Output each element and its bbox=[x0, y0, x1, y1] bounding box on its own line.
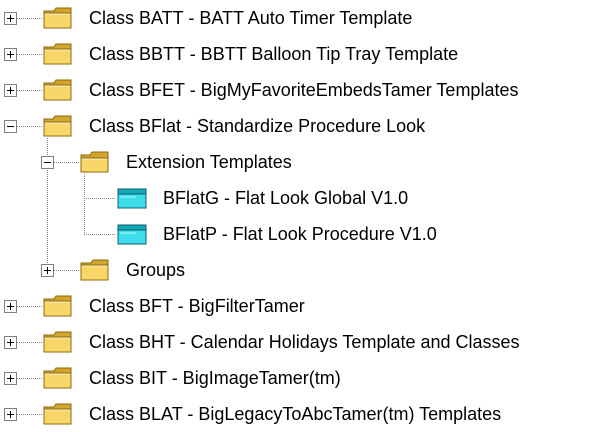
tree-node-label: Class BFlat - Standardize Procedure Look bbox=[89, 116, 426, 136]
tree-node-class-bflat-standardize-procedure-look[interactable]: Class BFlat - Standardize Procedure Look bbox=[0, 108, 595, 144]
tree-node-label: Class BIT - BigImageTamer(tm) bbox=[89, 368, 341, 388]
folder-icon bbox=[42, 42, 74, 71]
tree-node-class-bbtt-bbtt-balloon-tip-tray-template[interactable]: Class BBTT - BBTT Balloon Tip Tray Templ… bbox=[0, 36, 595, 72]
tree-node-class-batt-batt-auto-timer-template[interactable]: Class BATT - BATT Auto Timer Template bbox=[0, 0, 595, 36]
folder-icon bbox=[79, 258, 111, 287]
expand-icon[interactable] bbox=[3, 11, 17, 25]
tree-node-class-bit-bigimagetamer-tm[interactable]: Class BIT - BigImageTamer(tm) bbox=[0, 360, 595, 396]
expand-icon[interactable] bbox=[3, 407, 17, 421]
tree-node-label: Extension Templates bbox=[126, 152, 292, 172]
collapse-icon[interactable] bbox=[3, 119, 17, 133]
folder-open-icon bbox=[79, 150, 111, 179]
expand-icon[interactable] bbox=[40, 263, 54, 277]
collapse-icon[interactable] bbox=[40, 155, 54, 169]
expand-icon[interactable] bbox=[3, 335, 17, 349]
tree-node-label: BFlatG - Flat Look Global V1.0 bbox=[163, 188, 409, 208]
folder-open-icon bbox=[42, 114, 74, 143]
template-icon bbox=[116, 186, 148, 215]
folder-icon bbox=[42, 366, 74, 395]
tree-node-class-bfet-bigmyfavoriteembedstamer-templates[interactable]: Class BFET - BigMyFavoriteEmbedsTamer Te… bbox=[0, 72, 595, 108]
folder-icon bbox=[42, 6, 74, 35]
tree-node-label: Class BFT - BigFilterTamer bbox=[89, 296, 305, 316]
tree-node-label: Class BATT - BATT Auto Timer Template bbox=[89, 8, 413, 28]
tree-node-class-bft-bigfiltertamer[interactable]: Class BFT - BigFilterTamer bbox=[0, 288, 595, 324]
tree-node-label: Groups bbox=[126, 260, 186, 280]
expand-icon[interactable] bbox=[3, 371, 17, 385]
tree-node-label: Class BBTT - BBTT Balloon Tip Tray Templ… bbox=[89, 44, 459, 64]
class-tree-view[interactable]: Class BATT - BATT Auto Timer Template Cla… bbox=[0, 0, 595, 427]
folder-icon bbox=[42, 78, 74, 107]
folder-icon bbox=[42, 330, 74, 359]
tree-node-bflatg-flat-look-global-v1-0[interactable]: BFlatG - Flat Look Global V1.0 bbox=[0, 180, 595, 216]
folder-icon bbox=[42, 294, 74, 323]
tree-node-bflatp-flat-look-procedure-v1-0[interactable]: BFlatP - Flat Look Procedure V1.0 bbox=[0, 216, 595, 252]
tree-node-label: Class BLAT - BigLegacyToAbcTamer(tm) Tem… bbox=[89, 404, 502, 424]
tree-node-extension-templates[interactable]: Extension Templates bbox=[0, 144, 595, 180]
expand-icon[interactable] bbox=[3, 83, 17, 97]
tree-node-label: Class BFET - BigMyFavoriteEmbedsTamer Te… bbox=[89, 80, 519, 100]
tree-node-groups[interactable]: Groups bbox=[0, 252, 595, 288]
tree-node-label: BFlatP - Flat Look Procedure V1.0 bbox=[163, 224, 437, 244]
template-icon bbox=[116, 222, 148, 251]
expand-icon[interactable] bbox=[3, 47, 17, 61]
expand-icon[interactable] bbox=[3, 299, 17, 313]
tree-node-label: Class BHT - Calendar Holidays Template a… bbox=[89, 332, 520, 352]
tree-node-class-bht-calendar-holidays-template-and-classes[interactable]: Class BHT - Calendar Holidays Template a… bbox=[0, 324, 595, 360]
